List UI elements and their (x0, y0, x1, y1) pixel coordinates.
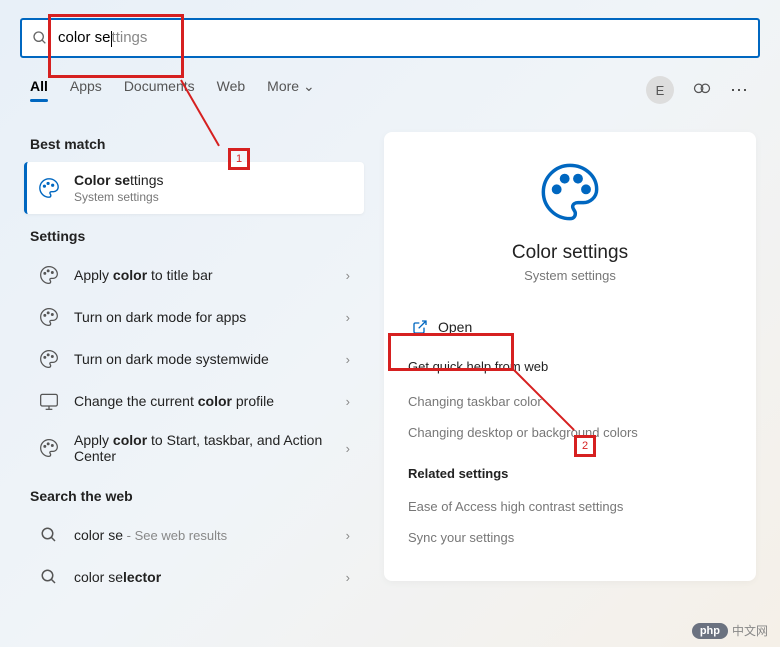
settings-result-item[interactable]: Turn on dark mode systemwide › (24, 338, 364, 380)
quick-help-title: Get quick help from web (408, 359, 732, 374)
settings-result-item[interactable]: Change the current color profile › (24, 380, 364, 422)
best-match-text: Color settings System settings (74, 172, 350, 204)
palette-icon (38, 437, 60, 459)
rewards-icon[interactable] (692, 80, 712, 100)
search-box[interactable]: color settings (20, 18, 760, 58)
chevron-right-icon: › (346, 268, 350, 283)
settings-result-item[interactable]: Apply color to title bar › (24, 254, 364, 296)
tab-web[interactable]: Web (217, 78, 246, 102)
palette-icon (38, 264, 60, 286)
related-settings-title: Related settings (408, 466, 732, 481)
preview-panel: Color settings System settings Open Get … (384, 132, 756, 581)
palette-icon (38, 306, 60, 328)
result-text: Turn on dark mode for apps (74, 309, 332, 325)
search-input[interactable]: color settings (58, 29, 147, 46)
search-icon (32, 30, 48, 46)
settings-title: Settings (30, 228, 364, 244)
result-text: color selector (74, 569, 332, 585)
result-text: Apply color to Start, taskbar, and Actio… (74, 432, 332, 464)
monitor-icon (38, 390, 60, 412)
web-result-item[interactable]: color se - See web results › (24, 514, 364, 556)
tab-documents[interactable]: Documents (124, 78, 195, 102)
best-match-result[interactable]: Color settings System settings (24, 162, 364, 214)
chevron-right-icon: › (346, 352, 350, 367)
related-link[interactable]: Sync your settings (408, 522, 732, 553)
open-icon (412, 319, 428, 335)
chevron-right-icon: › (346, 441, 350, 456)
filter-tabs: All Apps Documents Web More ⌄ E ⋯ (0, 58, 780, 104)
user-avatar[interactable]: E (646, 76, 674, 104)
preview-palette-icon (408, 160, 732, 224)
result-text: color se - See web results (74, 527, 332, 543)
tab-more[interactable]: More ⌄ (267, 78, 315, 103)
chevron-right-icon: › (346, 310, 350, 325)
related-link[interactable]: Ease of Access high contrast settings (408, 491, 732, 522)
more-options-icon[interactable]: ⋯ (730, 80, 750, 100)
chevron-right-icon: › (346, 570, 350, 585)
chevron-right-icon: › (346, 528, 350, 543)
web-result-item[interactable]: color selector › (24, 556, 364, 598)
tab-apps[interactable]: Apps (70, 78, 102, 102)
result-text: Turn on dark mode systemwide (74, 351, 332, 367)
palette-icon (38, 348, 60, 370)
search-icon (38, 524, 60, 546)
settings-result-item[interactable]: Turn on dark mode for apps › (24, 296, 364, 338)
chevron-down-icon: ⌄ (303, 78, 315, 94)
chevron-right-icon: › (346, 394, 350, 409)
result-text: Change the current color profile (74, 393, 332, 409)
tab-all[interactable]: All (30, 78, 48, 102)
search-icon (38, 566, 60, 588)
preview-title: Color settings (408, 242, 732, 264)
search-web-title: Search the web (30, 488, 364, 504)
watermark: php 中文网 (692, 622, 768, 639)
best-match-title: Best match (30, 136, 364, 152)
help-link[interactable]: Changing taskbar color (408, 386, 732, 417)
result-text: Apply color to title bar (74, 267, 332, 283)
help-link[interactable]: Changing desktop or background colors (408, 417, 732, 448)
settings-result-item[interactable]: Apply color to Start, taskbar, and Actio… (24, 422, 364, 474)
open-button[interactable]: Open (408, 311, 732, 343)
palette-icon (38, 177, 60, 199)
preview-subtitle: System settings (408, 268, 732, 283)
